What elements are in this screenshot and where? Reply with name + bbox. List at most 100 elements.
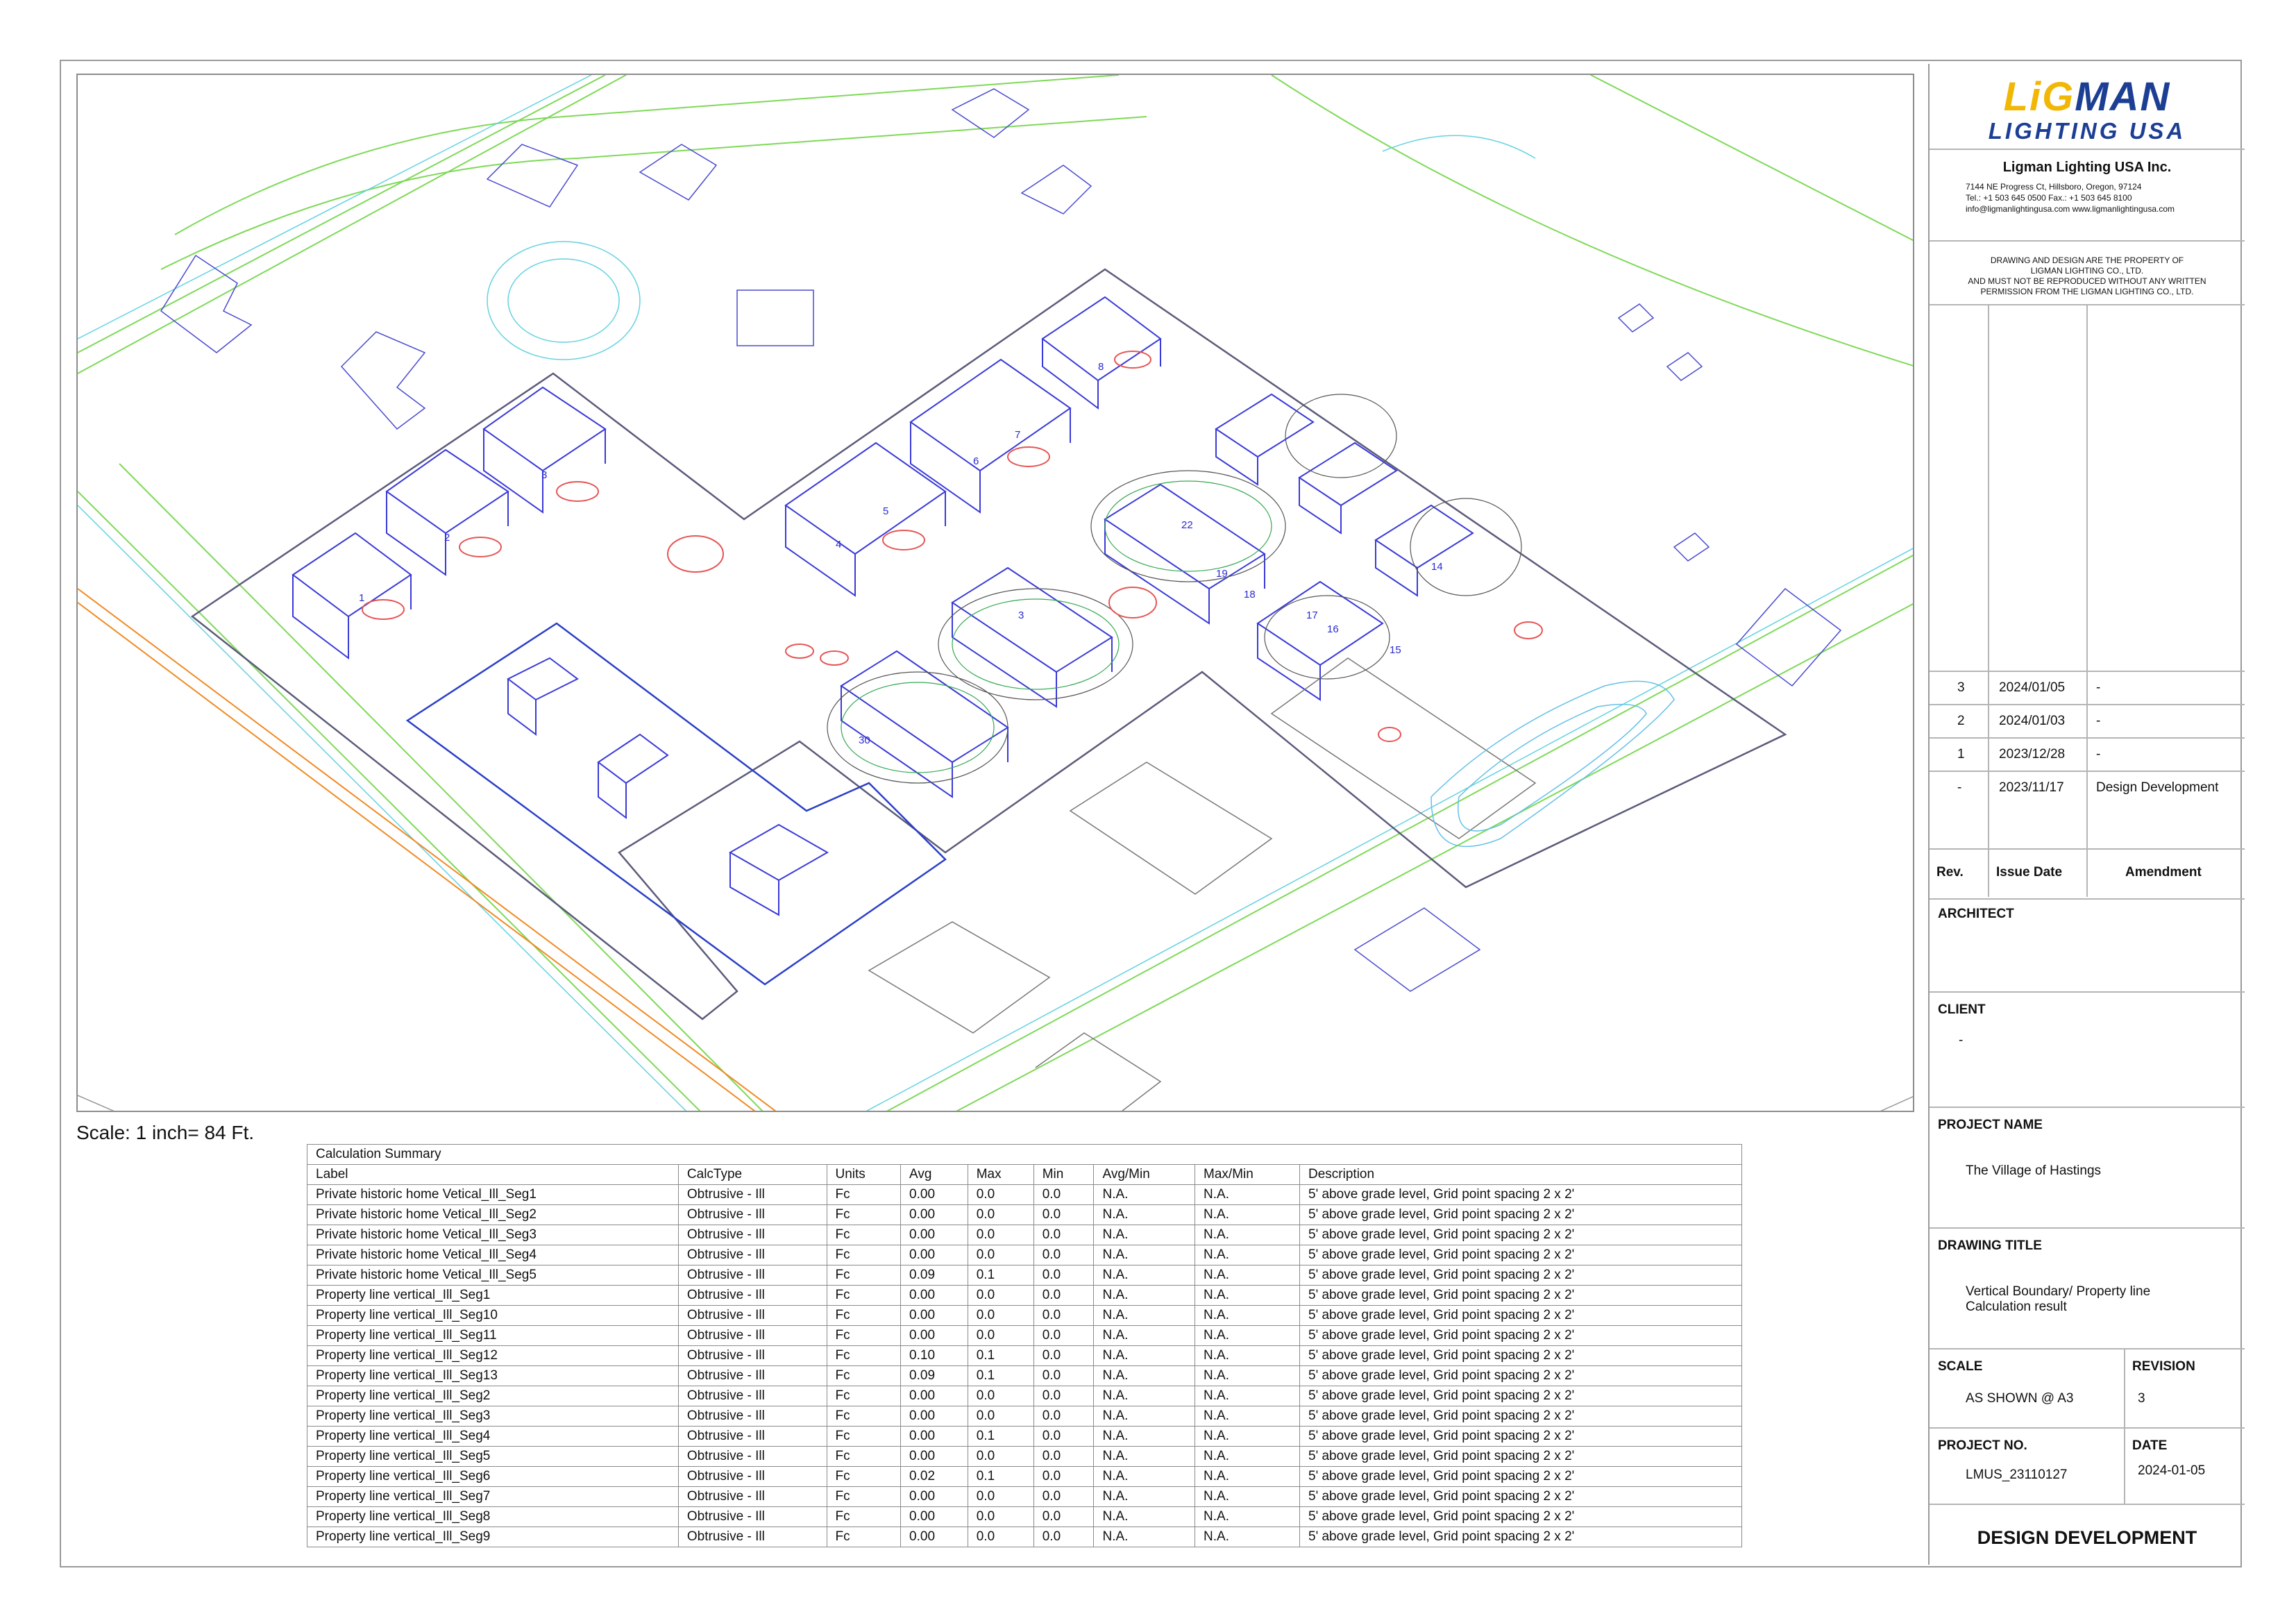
table-cell: Obtrusive - Ill (677, 1506, 827, 1527)
client-section: CLIENT - (1930, 993, 2245, 1108)
table-cell: 0.00 (900, 1225, 968, 1245)
table-cell: Fc (826, 1466, 902, 1487)
table-cell: Fc (826, 1345, 902, 1366)
table-cell: Fc (826, 1305, 902, 1326)
ligman-logo: LiGMAN LIGHTING USA (1930, 64, 2245, 150)
site-plan-drawing: 1 2 3 4 5 6 7 8 22 19 18 17 16 15 14 30 3 (76, 74, 1914, 1112)
table-cell: Fc (826, 1446, 902, 1467)
table-row: Property line vertical_Ill_Seg2 Obtrusive… (307, 1386, 1742, 1406)
table-cell: 0.00 (900, 1285, 968, 1306)
building-number-label: 2 (444, 532, 450, 544)
table-row: Property line vertical_Ill_Seg1 Obtrusive… (307, 1285, 1742, 1306)
building-number-label: 6 (973, 455, 979, 467)
table-cell: 0.0 (1033, 1386, 1095, 1406)
table-cell: Obtrusive - Ill (677, 1386, 827, 1406)
table-cell: N.A. (1195, 1527, 1301, 1547)
revision-rev: 3 (1957, 680, 1965, 695)
table-cell: 0.00 (900, 1386, 968, 1406)
table-row: Property line vertical_Ill_Seg4 Obtrusive… (307, 1426, 1742, 1447)
revision-rev: - (1957, 780, 1962, 795)
table-cell: Obtrusive - Ill (677, 1345, 827, 1366)
table-row: Private historic home Vetical_Ill_Seg5 Ob… (307, 1265, 1742, 1286)
table-cell: 0.00 (900, 1446, 968, 1467)
table-cell: Private historic home Vetical_Ill_Seg4 (307, 1245, 679, 1265)
table-cell: Obtrusive - Ill (677, 1285, 827, 1306)
table-cell: 0.1 (967, 1345, 1034, 1366)
table-cell: 0.00 (900, 1406, 968, 1427)
table-cell: Property line vertical_Ill_Seg11 (307, 1325, 679, 1346)
table-cell: 0.00 (900, 1204, 968, 1225)
table-cell: Obtrusive - Ill (677, 1305, 827, 1326)
table-cell: Property line vertical_Ill_Seg4 (307, 1426, 679, 1447)
table-cell: Private historic home Vetical_Ill_Seg5 (307, 1265, 679, 1286)
table-cell: 5' above grade level, Grid point spacing… (1299, 1406, 1742, 1427)
table-cell: Property line vertical_Ill_Seg7 (307, 1486, 679, 1507)
table-cell: 5' above grade level, Grid point spacing… (1299, 1486, 1742, 1507)
building-number-label: 30 (859, 734, 870, 746)
projectno-date-section: PROJECT NO. LMUS_23110127 DATE 2024-01-0… (1930, 1429, 2245, 1505)
table-cell: 0.0 (1033, 1305, 1095, 1326)
table-cell: 5' above grade level, Grid point spacing… (1299, 1506, 1742, 1527)
column-header: Avg (900, 1164, 968, 1185)
table-cell: Fc (826, 1225, 902, 1245)
table-cell: 0.0 (1033, 1285, 1095, 1306)
table-row: Private historic home Vetical_Ill_Seg3 Ob… (307, 1225, 1742, 1245)
company-contact: info@ligmanlightingusa.com www.ligmanlig… (1966, 204, 2175, 214)
revision-amend: - (2096, 747, 2101, 762)
table-row: Property line vertical_Ill_Seg12 Obtrusiv… (307, 1345, 1742, 1366)
table-cell: N.A. (1093, 1265, 1196, 1286)
building-number-label: 19 (1216, 568, 1228, 580)
table-cell: N.A. (1195, 1386, 1301, 1406)
table-cell: 0.0 (1033, 1265, 1095, 1286)
table-cell: 0.0 (967, 1204, 1034, 1225)
table-cell: Property line vertical_Ill_Seg1 (307, 1285, 679, 1306)
table-cell: Obtrusive - Ill (677, 1225, 827, 1245)
revision-row: 1 2023/12/28 - (1930, 737, 2245, 772)
table-cell: N.A. (1195, 1426, 1301, 1447)
table-cell: 0.0 (967, 1506, 1034, 1527)
column-header: CalcType (677, 1164, 827, 1185)
table-cell: N.A. (1093, 1446, 1196, 1467)
column-header: Description (1299, 1164, 1742, 1185)
table-cell: N.A. (1093, 1245, 1196, 1265)
table-cell: 0.0 (967, 1184, 1034, 1205)
column-header: Max (967, 1164, 1034, 1185)
table-cell: N.A. (1195, 1305, 1301, 1326)
table-cell: N.A. (1093, 1365, 1196, 1386)
revision-header: Rev. Issue Date Amendment (1930, 848, 2245, 900)
table-cell: Property line vertical_Ill_Seg6 (307, 1466, 679, 1487)
table-row: Property line vertical_Ill_Seg13 Obtrusiv… (307, 1365, 1742, 1386)
table-cell: 0.0 (967, 1225, 1034, 1245)
logo-text-lighting-usa: LIGHTING USA (1988, 118, 2186, 144)
table-cell: Private historic home Vetical_Ill_Seg2 (307, 1204, 679, 1225)
table-cell: Fc (826, 1506, 902, 1527)
table-cell: Fc (826, 1184, 902, 1205)
company-address: 7144 NE Progress Ct, Hillsboro, Oregon, … (1966, 182, 2142, 192)
table-cell: N.A. (1195, 1345, 1301, 1366)
table-cell: Obtrusive - Ill (677, 1406, 827, 1427)
building-number-label: 4 (836, 539, 842, 550)
table-cell: 5' above grade level, Grid point spacing… (1299, 1265, 1742, 1286)
table-cell: 0.0 (967, 1446, 1034, 1467)
table-cell: 0.09 (900, 1265, 968, 1286)
table-cell: 5' above grade level, Grid point spacing… (1299, 1285, 1742, 1306)
table-cell: 0.00 (900, 1426, 968, 1447)
architect-section: ARCHITECT (1930, 897, 2245, 993)
table-cell: Fc (826, 1245, 902, 1265)
column-header: Units (826, 1164, 902, 1185)
table-cell: Fc (826, 1406, 902, 1427)
revision-rev: 1 (1957, 747, 1965, 762)
table-cell: N.A. (1195, 1446, 1301, 1467)
table-cell: 0.0 (1033, 1406, 1095, 1427)
table-cell: Obtrusive - Ill (677, 1325, 827, 1346)
column-header: Avg/Min (1093, 1164, 1196, 1185)
table-cell: 0.00 (900, 1506, 968, 1527)
table-cell: Fc (826, 1325, 902, 1346)
table-cell: N.A. (1093, 1466, 1196, 1487)
table-row: Property line vertical_Ill_Seg7 Obtrusive… (307, 1486, 1742, 1507)
revision-rev: 2 (1957, 714, 1965, 728)
table-cell: N.A. (1093, 1325, 1196, 1346)
table-cell: 0.1 (967, 1426, 1034, 1447)
table-cell: 0.0 (1033, 1486, 1095, 1507)
table-cell: 0.0 (1033, 1325, 1095, 1346)
